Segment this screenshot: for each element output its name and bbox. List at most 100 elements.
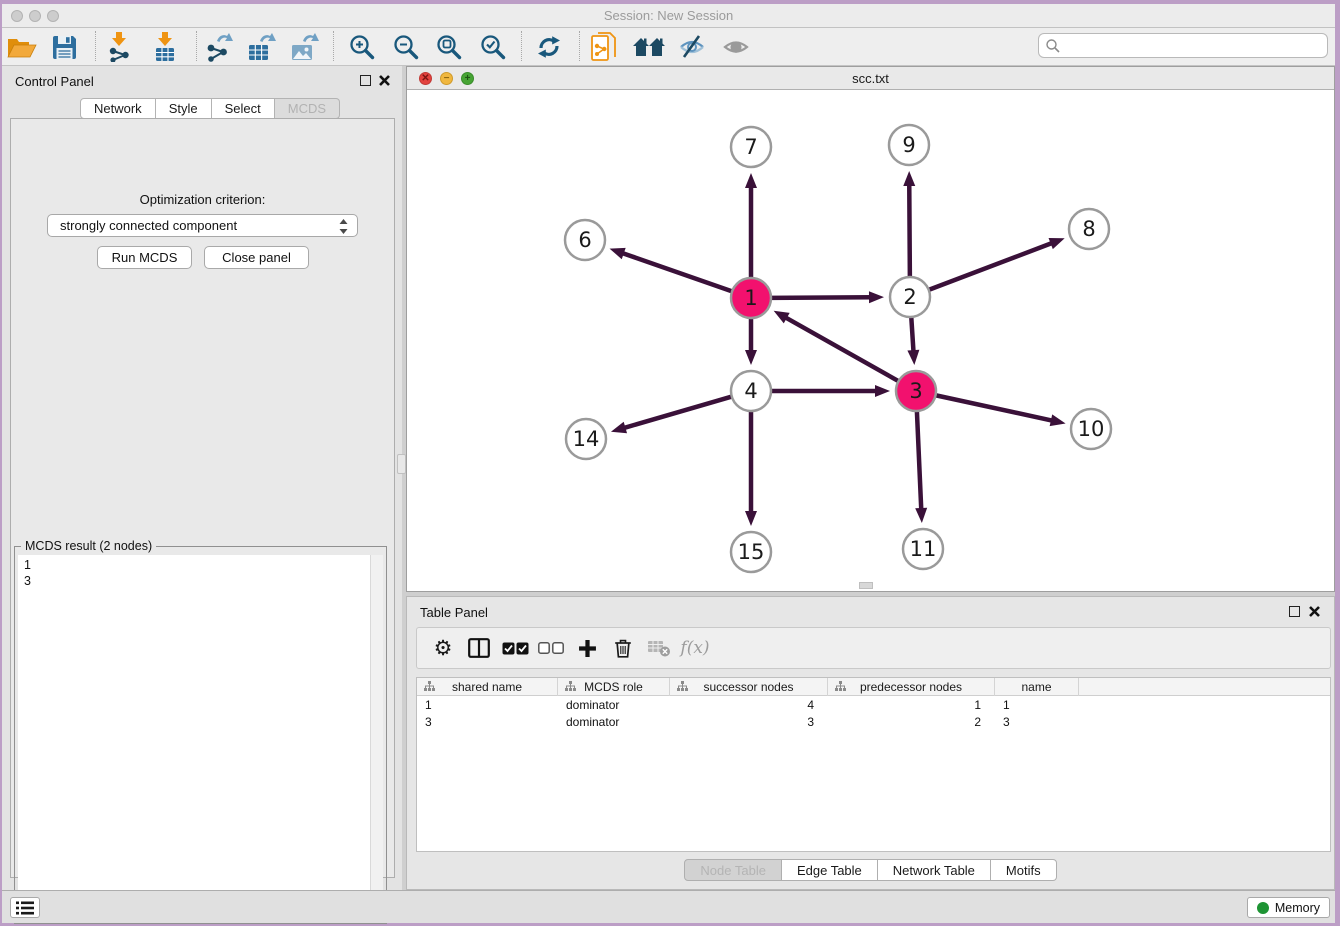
- export-image-button[interactable]: [285, 30, 325, 64]
- open-session-button[interactable]: [2, 30, 42, 64]
- table-cell[interactable]: 3: [417, 713, 558, 730]
- column-header-name[interactable]: name: [995, 678, 1079, 696]
- edge-1-6[interactable]: [620, 252, 732, 291]
- create-column-button[interactable]: [569, 630, 605, 666]
- zoom-selected-button[interactable]: [473, 30, 513, 64]
- table-cell[interactable]: 3: [670, 713, 828, 730]
- export-network-button[interactable]: [199, 30, 239, 64]
- hide-panel-button[interactable]: [672, 30, 712, 64]
- tab-mcds[interactable]: MCDS: [275, 98, 340, 119]
- refresh-icon: [536, 35, 562, 59]
- edge-arrow-4-3: [875, 385, 890, 397]
- close-table-panel-icon[interactable]: [1308, 605, 1321, 618]
- edge-3-11[interactable]: [917, 411, 921, 512]
- import-network-button[interactable]: [99, 30, 139, 64]
- criterion-value: strongly connected component: [60, 218, 237, 233]
- table-cell[interactable]: 1: [828, 696, 995, 713]
- zoom-in-button[interactable]: [342, 30, 382, 64]
- edge-2-8[interactable]: [929, 242, 1055, 290]
- tab-motifs[interactable]: Motifs: [991, 859, 1057, 881]
- float-panel-icon[interactable]: [360, 75, 371, 86]
- zoom-fit-button[interactable]: [429, 30, 469, 64]
- column-header-filler: [1079, 678, 1330, 696]
- control-panel-title: Control Panel: [15, 74, 94, 89]
- control-panel-tabs: NetworkStyleSelectMCDS: [80, 98, 340, 119]
- splitter-grip[interactable]: [397, 454, 406, 474]
- zoom-out-button[interactable]: [386, 30, 426, 64]
- import-table-button[interactable]: [145, 30, 185, 64]
- close-panel-button[interactable]: Close panel: [204, 246, 309, 269]
- edge-3-1[interactable]: [783, 316, 898, 381]
- home-button[interactable]: [629, 30, 669, 64]
- refresh-button[interactable]: [529, 30, 569, 64]
- table-cell[interactable]: dominator: [558, 713, 670, 730]
- edge-4-14[interactable]: [622, 397, 732, 429]
- control-panel-header: Control Panel: [2, 66, 402, 96]
- function-builder-button[interactable]: f(x): [677, 630, 713, 666]
- table-cell[interactable]: 1: [995, 696, 1079, 713]
- table-cell[interactable]: 4: [670, 696, 828, 713]
- network-canvas[interactable]: 7968124314101511: [407, 90, 1334, 591]
- select-all-columns-button[interactable]: [497, 630, 533, 666]
- run-mcds-button[interactable]: Run MCDS: [97, 246, 192, 269]
- network-window-titlebar: ✕ − + scc.txt: [407, 67, 1334, 90]
- checked-boxes-icon: [502, 642, 529, 655]
- edge-arrow-4-14: [611, 422, 627, 434]
- edge-arrow-4-15: [745, 511, 757, 526]
- column-header-shared-name[interactable]: shared name: [417, 678, 558, 696]
- node-label-14: 14: [573, 427, 600, 451]
- gear-icon: ⚙: [434, 636, 453, 661]
- close-panel-icon[interactable]: [378, 74, 391, 87]
- table-panel-title: Table Panel: [420, 605, 488, 620]
- delete-column-button[interactable]: [605, 630, 641, 666]
- search-icon: [1045, 38, 1061, 54]
- folder-open-icon: [7, 35, 37, 59]
- tab-style[interactable]: Style: [156, 98, 212, 119]
- node-label-3: 3: [909, 379, 922, 403]
- table-row[interactable]: 3dominator323: [417, 713, 1330, 730]
- result-scrollbar[interactable]: [370, 555, 383, 920]
- edge-2-3[interactable]: [911, 317, 913, 354]
- show-panel-button[interactable]: [716, 30, 756, 64]
- table-cell[interactable]: dominator: [558, 696, 670, 713]
- save-icon: [52, 35, 77, 60]
- edge-arrow-1-2: [869, 291, 884, 303]
- memory-button[interactable]: Memory: [1247, 897, 1330, 918]
- network-from-file-button[interactable]: [584, 30, 624, 64]
- save-session-button[interactable]: [44, 30, 84, 64]
- horizontal-splitter-grip[interactable]: [859, 582, 873, 589]
- table-cell[interactable]: 1: [417, 696, 558, 713]
- column-header-MCDS-role[interactable]: MCDS role: [558, 678, 670, 696]
- criterion-select[interactable]: strongly connected component: [47, 214, 358, 237]
- toolbar-separator: [95, 31, 96, 61]
- column-header-predecessor-nodes[interactable]: predecessor nodes: [828, 678, 995, 696]
- zoom-in-icon: [348, 33, 376, 61]
- node-label-7: 7: [744, 135, 757, 159]
- table-row[interactable]: 1dominator411: [417, 696, 1330, 713]
- search-input[interactable]: [1061, 36, 1327, 56]
- task-history-button[interactable]: [10, 897, 40, 918]
- float-table-panel-icon[interactable]: [1289, 606, 1300, 617]
- edge-3-10[interactable]: [936, 395, 1055, 421]
- tab-edge-table[interactable]: Edge Table: [782, 859, 878, 881]
- edge-2-9[interactable]: [909, 182, 910, 277]
- table-cell[interactable]: 2: [828, 713, 995, 730]
- mcds-result-text[interactable]: 13: [18, 555, 370, 920]
- delete-table-button[interactable]: [641, 630, 677, 666]
- show-columns-button[interactable]: [461, 630, 497, 666]
- tab-select[interactable]: Select: [212, 98, 275, 119]
- tab-network[interactable]: Network: [80, 98, 156, 119]
- tab-network-table[interactable]: Network Table: [878, 859, 991, 881]
- table-body: 1dominator4113dominator323: [417, 696, 1330, 730]
- network-window: ✕ − + scc.txt 7968124314101511: [406, 66, 1335, 592]
- export-table-button[interactable]: [242, 30, 282, 64]
- edge-arrow-3-1: [774, 311, 790, 324]
- tab-node-table[interactable]: Node Table: [684, 859, 782, 881]
- edge-1-2[interactable]: [771, 297, 873, 298]
- unselect-all-columns-button[interactable]: [533, 630, 569, 666]
- column-header-successor-nodes[interactable]: successor nodes: [670, 678, 828, 696]
- zoom-selected-icon: [479, 33, 507, 61]
- optimization-criterion-label: Optimization criterion:: [11, 192, 394, 207]
- table-settings-button[interactable]: ⚙: [425, 630, 461, 666]
- table-cell[interactable]: 3: [995, 713, 1079, 730]
